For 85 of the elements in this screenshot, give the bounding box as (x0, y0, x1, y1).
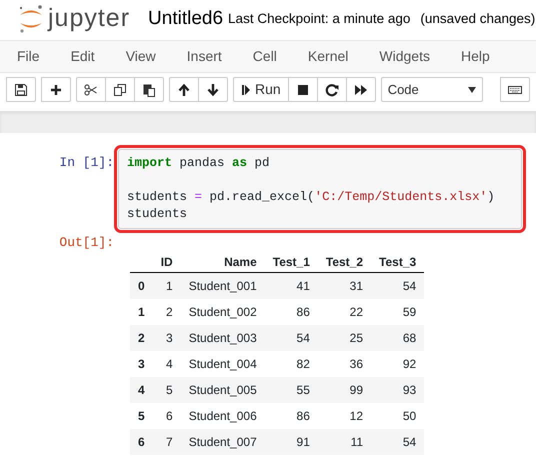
table-cell: 12 (318, 402, 372, 428)
add-icon (49, 82, 63, 96)
table-cell: 54 (264, 324, 318, 350)
cut-button[interactable] (76, 77, 106, 102)
table-cell: 55 (264, 376, 318, 402)
code-line: students = pd.read_excel('C:/Temp/Students.xlsx') (127, 189, 496, 206)
add-button[interactable] (41, 77, 71, 102)
menu-item[interactable]: Widgets (379, 46, 430, 67)
move-down-button[interactable] (198, 77, 228, 102)
table-cell: 41 (264, 272, 318, 298)
menu-item[interactable]: File (17, 46, 40, 67)
table-cell: 7 (152, 428, 181, 454)
menu-item[interactable]: Cell (252, 46, 277, 67)
copy-icon (113, 82, 127, 96)
paste-icon (142, 82, 156, 96)
table-cell: Student_007 (180, 428, 265, 454)
table-cell: 2 (152, 298, 181, 324)
table-cell: 99 (318, 376, 372, 402)
menu-item[interactable]: Insert (186, 46, 222, 67)
save-icon (14, 82, 28, 96)
table-cell: 82 (264, 350, 318, 376)
row-index: 5 (130, 402, 153, 428)
table-cell: Student_001 (180, 272, 265, 298)
checkpoint-text: Last Checkpoint: a minute ago (228, 10, 410, 28)
cut-icon (84, 82, 98, 96)
copy-button[interactable] (105, 77, 135, 102)
step-icon (241, 82, 251, 96)
keyboard-button[interactable] (500, 77, 530, 102)
row-index: 6 (130, 428, 153, 454)
row-index: 4 (130, 376, 153, 402)
table-cell: 54 (371, 428, 424, 454)
run-button[interactable]: Run (233, 77, 289, 102)
table-cell: 92 (371, 350, 424, 376)
row-index: 2 (130, 324, 153, 350)
restart-icon (324, 82, 339, 96)
output-prompt: Out[1]: (58, 234, 115, 252)
stop-button[interactable] (288, 77, 318, 102)
code-line: import pandas as pd (127, 155, 271, 172)
table-cell: 4 (152, 350, 181, 376)
move-up-button[interactable] (169, 77, 199, 102)
input-prompt: In [1]: (58, 154, 115, 172)
menu-item[interactable]: Help (460, 46, 490, 67)
table-cell: Student_004 (180, 350, 265, 376)
menu-item[interactable]: Kernel (308, 46, 348, 67)
row-index: 0 (130, 272, 153, 298)
table-cell: 6 (152, 402, 181, 428)
move-up-icon (177, 82, 191, 96)
table-cell: Student_006 (180, 402, 265, 428)
logo-text: jupyter (48, 3, 130, 34)
table-cell: 50 (371, 402, 424, 428)
move-down-icon (206, 82, 220, 96)
table-cell: 31 (318, 272, 372, 298)
caret-icon (468, 86, 476, 92)
table-cell: 93 (371, 376, 424, 402)
logo-icon (18, 4, 44, 34)
table-cell: 11 (318, 428, 372, 454)
table-cell: 3 (152, 324, 181, 350)
table-cell: Student_002 (180, 298, 265, 324)
table-cell: 36 (318, 350, 372, 376)
table-cell: Student_003 (180, 324, 265, 350)
save-status: (unsaved changes) (420, 10, 536, 28)
save-button[interactable] (6, 77, 36, 102)
cell-type-dropdown[interactable]: Code (380, 77, 483, 102)
notebook-name[interactable]: Untitled6 (148, 4, 224, 34)
menu-item[interactable]: View (126, 46, 156, 67)
table-cell: 86 (264, 402, 318, 428)
table-cell: Student_005 (180, 376, 265, 402)
table-cell: 91 (264, 428, 318, 454)
fast-forward-button[interactable] (346, 77, 376, 102)
stop-icon (296, 82, 310, 96)
menu-item[interactable]: Edit (70, 46, 95, 67)
table-cell: 68 (371, 324, 424, 350)
table-cell: 86 (264, 298, 318, 324)
table-cell: 22 (318, 298, 372, 324)
row-index: 3 (130, 350, 153, 376)
restart-button[interactable] (316, 77, 347, 102)
table-cell: 25 (318, 324, 372, 350)
table-cell: 54 (371, 272, 424, 298)
code-line: students (127, 206, 188, 223)
table-cell: 5 (152, 376, 181, 402)
table-cell: 59 (371, 298, 424, 324)
row-index: 1 (130, 298, 153, 324)
table-cell: 1 (152, 272, 181, 298)
paste-button[interactable] (134, 77, 164, 102)
fast-forward-icon (354, 82, 368, 96)
